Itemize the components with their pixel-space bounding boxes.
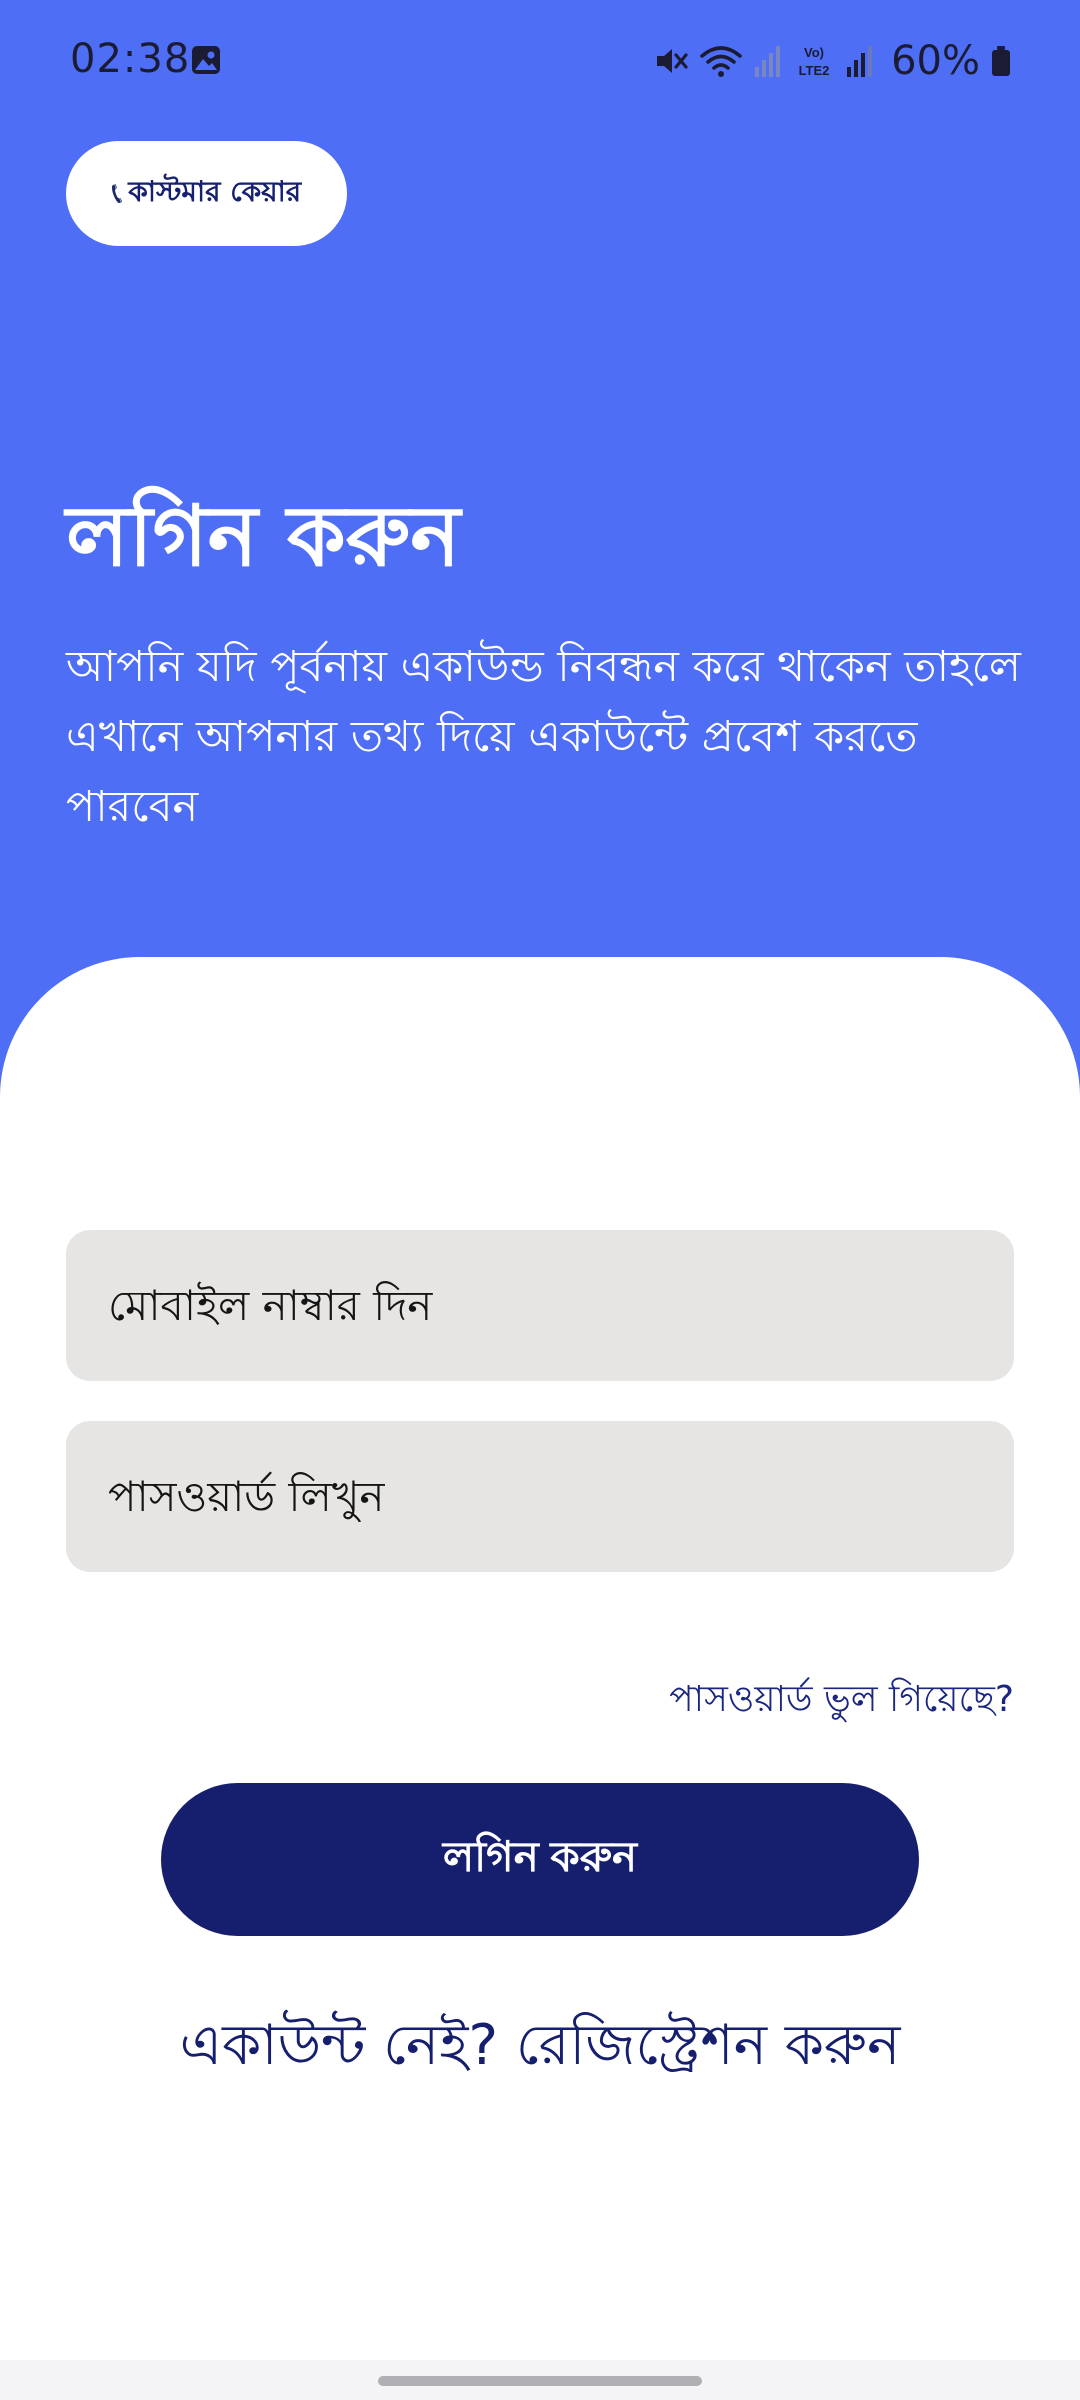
forgot-password-link[interactable]: পাসওয়ার্ড ভুল গিয়েছে? <box>669 1672 1014 1732</box>
svg-text:Vo): Vo) <box>804 45 824 60</box>
customer-care-button[interactable]: 📞︎ কাস্টমার কেয়ার <box>66 141 347 246</box>
phone-icon: 📞︎ <box>111 175 123 211</box>
login-screen: 02:38 Vo) LTE2 60% 📞︎ কাস্টমার কেয়ার লগ… <box>0 0 1080 2400</box>
signal-icon <box>847 46 873 77</box>
mobile-number-input[interactable] <box>106 1280 974 1331</box>
battery-icon <box>992 46 1010 76</box>
password-field[interactable] <box>66 1421 1014 1572</box>
mute-icon <box>657 49 688 73</box>
register-link[interactable]: একাউন্ট নেই? রেজিস্ট্রেশন করুন <box>0 2002 1080 2096</box>
status-bar: 02:38 Vo) LTE2 60% <box>0 0 1080 120</box>
wifi-icon <box>700 46 742 77</box>
page-title: লগিন করুন <box>66 487 461 585</box>
status-icons: Vo) LTE2 60% <box>653 36 1012 86</box>
signal-icon <box>755 46 781 77</box>
lte-icon: Vo) LTE2 <box>799 45 830 78</box>
login-button[interactable]: লগিন করুন <box>161 1783 919 1936</box>
svg-text:LTE2: LTE2 <box>799 63 830 78</box>
page-subtitle: আপনি যদি পূর্বনায় একাউন্ড নিবন্ধন করে থ… <box>66 642 1021 832</box>
customer-care-label: কাস্টমার কেয়ার <box>128 175 302 208</box>
status-time: 02:38 <box>70 36 191 82</box>
mobile-number-field[interactable] <box>66 1230 1014 1381</box>
gallery-icon <box>192 46 220 74</box>
home-indicator[interactable] <box>378 2376 702 2386</box>
password-input[interactable] <box>106 1471 974 1522</box>
battery-percent: 60% <box>891 38 980 84</box>
